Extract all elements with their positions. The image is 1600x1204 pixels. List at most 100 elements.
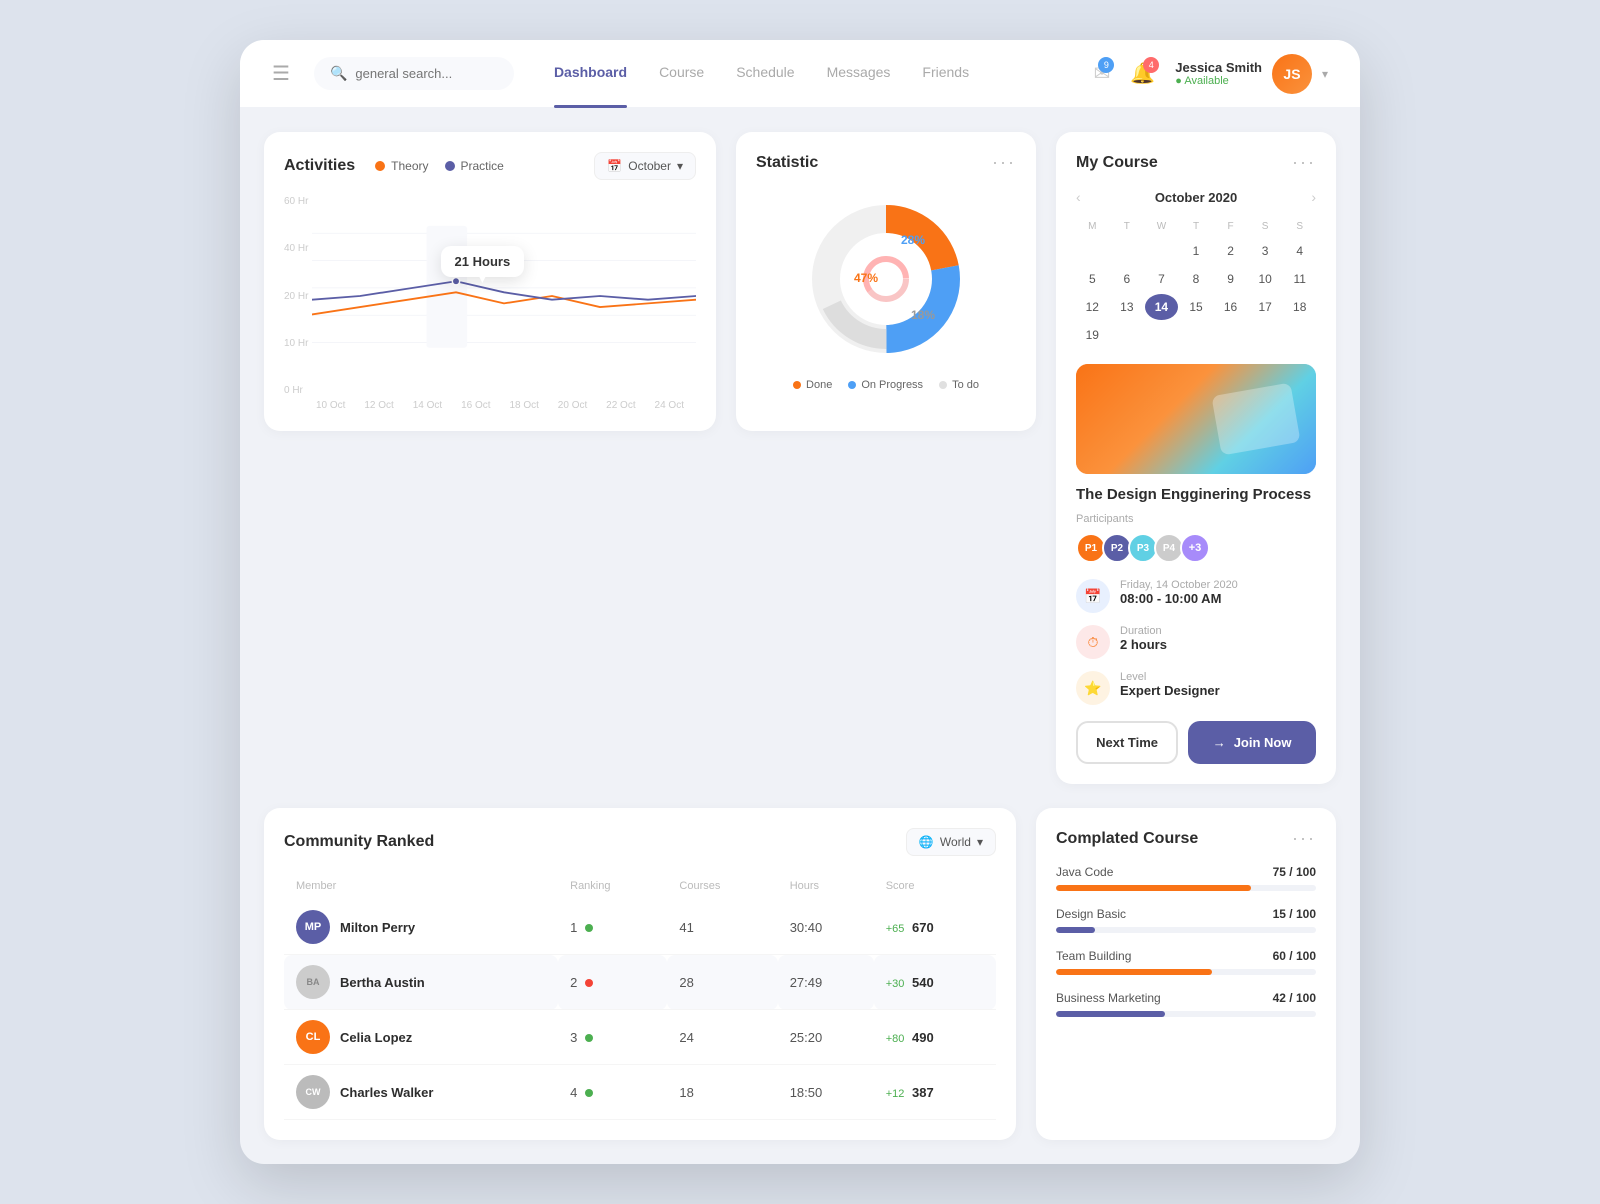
- progress-header: Design Basic 15 / 100: [1056, 907, 1316, 921]
- col-score: Score: [874, 872, 996, 900]
- join-now-label: Join Now: [1234, 735, 1292, 750]
- participant-more: +3: [1180, 533, 1210, 563]
- cal-day-1[interactable]: 1: [1180, 238, 1213, 264]
- done-label: Done: [806, 379, 832, 391]
- join-now-button[interactable]: → Join Now: [1188, 721, 1316, 764]
- mail-notification[interactable]: ✉ 9: [1094, 61, 1111, 86]
- community-title: Community Ranked: [284, 833, 434, 851]
- course-name: Team Building: [1056, 949, 1131, 963]
- statistic-more-btn[interactable]: ···: [992, 152, 1016, 173]
- chart-area: 60 Hr 40 Hr 20 Hr 10 Hr 0 Hr: [284, 196, 696, 396]
- activities-title: Activities: [284, 157, 355, 175]
- course-title-text: The Design Engginering Process: [1076, 486, 1316, 503]
- completed-more-btn[interactable]: ···: [1292, 828, 1316, 849]
- bell-notification[interactable]: 🔔 4: [1130, 61, 1155, 86]
- my-course-title: My Course: [1076, 154, 1158, 172]
- cal-day-17[interactable]: 17: [1249, 294, 1282, 320]
- world-select[interactable]: 🌐 World ▾: [906, 828, 996, 856]
- main-content: Activities Theory Practice 📅 October ▾: [240, 108, 1360, 808]
- participants-label: Participants: [1076, 513, 1316, 525]
- course-actions: Next Time → Join Now: [1076, 721, 1316, 764]
- cal-day-9[interactable]: 9: [1214, 266, 1247, 292]
- cal-day-12[interactable]: 12: [1076, 294, 1109, 320]
- cal-day-4[interactable]: 4: [1283, 238, 1316, 264]
- mail-badge: 9: [1098, 57, 1114, 73]
- rank-dot: [585, 1034, 593, 1042]
- member-name: Celia Lopez: [340, 1030, 412, 1045]
- practice-label: Practice: [461, 159, 504, 173]
- legend-done: Done: [793, 379, 832, 391]
- progress-item-team: Team Building 60 / 100: [1056, 949, 1316, 975]
- member-avatar: CL: [296, 1020, 330, 1054]
- month-select[interactable]: 📅 October ▾: [594, 152, 696, 180]
- table-row: BA Bertha Austin 2 28 27:49 +30 540: [284, 955, 996, 1010]
- cal-day-15[interactable]: 15: [1180, 294, 1213, 320]
- course-name: Business Marketing: [1056, 991, 1161, 1005]
- globe-icon: 🌐: [919, 835, 934, 849]
- hamburger-icon[interactable]: ☰: [272, 61, 290, 86]
- user-info[interactable]: Jessica Smith Available JS ▾: [1175, 54, 1328, 94]
- table-row: CW Charles Walker 4 18 18:50 +12 387: [284, 1065, 996, 1120]
- search-box: 🔍: [314, 57, 514, 90]
- cal-day-10[interactable]: 10: [1249, 266, 1282, 292]
- nav-friends[interactable]: Friends: [922, 64, 969, 84]
- duration-icon: ⏱: [1076, 625, 1110, 659]
- nav-schedule[interactable]: Schedule: [736, 64, 794, 84]
- nav-course[interactable]: Course: [659, 64, 704, 84]
- progress-bar-fill: [1056, 885, 1251, 891]
- theory-dot: [375, 161, 385, 171]
- next-time-button[interactable]: Next Time: [1076, 721, 1178, 764]
- cal-next-btn[interactable]: ›: [1311, 189, 1316, 205]
- cal-day-18[interactable]: 18: [1283, 294, 1316, 320]
- cal-day-11[interactable]: 11: [1283, 266, 1316, 292]
- progress-item-business: Business Marketing 42 / 100: [1056, 991, 1316, 1017]
- rank-dot: [585, 924, 593, 932]
- completed-title: Complated Course: [1056, 830, 1198, 848]
- cal-day-8[interactable]: 8: [1180, 266, 1213, 292]
- donut-legend: Done On Progress To do: [756, 379, 1016, 391]
- svg-text:28%: 28%: [901, 233, 925, 247]
- meta-date: 📅 Friday, 14 October 2020 08:00 - 10:00 …: [1076, 579, 1316, 613]
- course-score: 75 / 100: [1273, 865, 1316, 879]
- progress-bar-fill: [1056, 969, 1212, 975]
- course-image: [1076, 364, 1316, 474]
- community-header: Community Ranked 🌐 World ▾: [284, 828, 996, 856]
- level-info: Level Expert Designer: [1120, 671, 1220, 698]
- nav-dashboard[interactable]: Dashboard: [554, 64, 627, 84]
- member-avatar: CW: [296, 1075, 330, 1109]
- progress-dot: [848, 381, 856, 389]
- nav: Dashboard Course Schedule Messages Frien…: [554, 64, 1070, 84]
- meta-level: ⭐ Level Expert Designer: [1076, 671, 1316, 705]
- progress-bar-bg: [1056, 927, 1316, 933]
- course-name: Design Basic: [1056, 907, 1126, 921]
- progress-bar-fill: [1056, 927, 1095, 933]
- activities-legend: Theory Practice: [375, 159, 504, 173]
- progress-header: Java Code 75 / 100: [1056, 865, 1316, 879]
- theory-label: Theory: [391, 159, 428, 173]
- nav-messages[interactable]: Messages: [827, 64, 891, 84]
- bottom-row: Community Ranked 🌐 World ▾ Member Rankin…: [240, 808, 1360, 1164]
- cal-day-6[interactable]: 6: [1111, 266, 1144, 292]
- chart-svg: [312, 196, 696, 396]
- cal-day-16[interactable]: 16: [1214, 294, 1247, 320]
- statistic-header: Statistic ···: [756, 152, 1016, 173]
- cal-day-14-today[interactable]: 14: [1145, 294, 1178, 320]
- cal-day-2[interactable]: 2: [1214, 238, 1247, 264]
- course-score: 15 / 100: [1273, 907, 1316, 921]
- cal-day-13[interactable]: 13: [1111, 294, 1144, 320]
- cal-day-7[interactable]: 7: [1145, 266, 1178, 292]
- arrow-right-icon: →: [1213, 735, 1226, 750]
- chevron-down-icon: ▾: [977, 835, 983, 849]
- cal-day-19[interactable]: 19: [1076, 322, 1109, 348]
- my-course-more-btn[interactable]: ···: [1292, 152, 1316, 173]
- member-info: CW Charles Walker: [296, 1075, 546, 1109]
- progress-bar-bg: [1056, 1011, 1316, 1017]
- cal-prev-btn[interactable]: ‹: [1076, 189, 1081, 205]
- search-input[interactable]: [355, 66, 495, 81]
- cal-day-3[interactable]: 3: [1249, 238, 1282, 264]
- calendar-header: ‹ October 2020 ›: [1076, 189, 1316, 205]
- progress-list: Java Code 75 / 100 Design Basic 15 / 100: [1056, 865, 1316, 1017]
- cal-day-5[interactable]: 5: [1076, 266, 1109, 292]
- todo-dot: [939, 381, 947, 389]
- progress-bar-fill: [1056, 1011, 1165, 1017]
